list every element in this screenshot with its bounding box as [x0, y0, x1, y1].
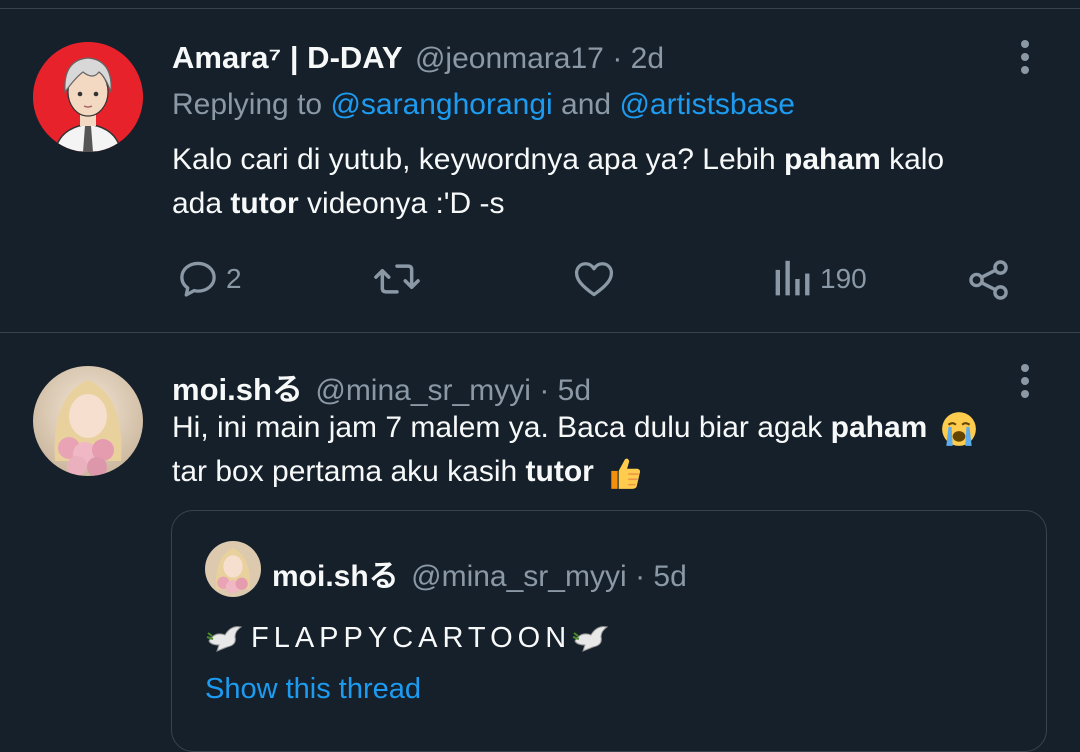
replying-and: and — [552, 88, 620, 121]
reply-button[interactable]: 2 — [176, 257, 242, 301]
quote-text: FLAPPYCARTOON — [205, 621, 611, 655]
top-divider — [0, 8, 1080, 9]
tweet-text-line-1: Kalo cari di yutub, keywordnya apa ya? L… — [172, 138, 944, 182]
more-icon[interactable] — [1021, 40, 1029, 79]
more-icon[interactable] — [1021, 364, 1029, 403]
reply-icon — [180, 261, 216, 297]
bold-text: paham — [784, 143, 881, 176]
bold-text: tutor — [230, 187, 299, 220]
tweet-text-line-1: Hi, ini main jam 7 malem ya. Baca dulu b… — [172, 406, 978, 450]
share-button[interactable] — [966, 257, 1012, 303]
text-segment: videonya :'D -s — [298, 187, 505, 220]
tweet-header: moi.shる @mina_sr_myyi · 5d — [172, 364, 591, 409]
views-button[interactable]: 190 — [772, 257, 867, 301]
bold-text: paham — [830, 411, 928, 444]
display-name[interactable]: moi.shる — [172, 372, 303, 407]
quote-header: moi.shる @mina_sr_myyi · 5d — [272, 551, 687, 595]
quote-text-content: FLAPPYCARTOON — [251, 621, 572, 654]
avatar[interactable] — [33, 42, 143, 152]
tweet-text-line-2: tar box pertama aku kasih tutor — [172, 450, 978, 494]
quote-display-name[interactable]: moi.shる — [272, 560, 399, 593]
avatar-photo-icon — [33, 366, 143, 476]
avatar-photo-icon — [205, 541, 261, 597]
thumbs-up-icon — [611, 458, 641, 489]
dove-icon — [206, 626, 243, 652]
timestamp[interactable]: · 2d — [612, 42, 664, 75]
quote-user-handle[interactable]: @mina_sr_myyi — [411, 560, 627, 593]
text-segment: kalo — [880, 143, 945, 176]
view-count: 190 — [820, 263, 867, 294]
tweet-divider — [0, 332, 1080, 333]
retweet-icon — [374, 264, 420, 294]
user-handle[interactable]: @mina_sr_myyi — [315, 374, 531, 407]
avatar-illustration-icon — [33, 42, 143, 152]
retweet-button[interactable] — [373, 257, 421, 301]
replying-to: Replying to @saranghorangi and @artistsb… — [172, 88, 795, 122]
mention-artistsbase[interactable]: @artistsbase — [619, 88, 795, 121]
like-icon — [574, 262, 614, 297]
text-segment: ada — [172, 187, 231, 220]
bold-text: tutor — [525, 455, 594, 488]
text-segment: tar box pertama aku kasih — [172, 455, 526, 488]
tweet-header: Amara⁷ | D-DAY @jeonmara17 · 2d — [172, 40, 664, 76]
share-icon — [969, 260, 1008, 300]
text-segment: Hi, ini main jam 7 malem ya. Baca dulu b… — [172, 411, 831, 444]
quote-avatar[interactable] — [205, 541, 261, 597]
text-segment: Kalo cari di yutub, keywordnya apa ya? L… — [172, 143, 785, 176]
tweet-text: Kalo cari di yutub, keywordnya apa ya? L… — [172, 138, 944, 226]
mention-saranghorangi[interactable]: @saranghorangi — [330, 88, 552, 121]
display-name[interactable]: Amara⁷ | D-DAY — [172, 40, 403, 75]
like-button[interactable] — [572, 257, 616, 301]
dove-icon — [572, 626, 609, 652]
quote-timestamp[interactable]: · 5d — [635, 560, 687, 593]
loudly-crying-face-icon — [941, 412, 976, 446]
user-handle[interactable]: @jeonmara17 — [415, 42, 604, 75]
avatar[interactable] — [33, 366, 143, 476]
show-thread-link[interactable]: Show this thread — [205, 673, 421, 706]
views-icon — [775, 260, 810, 296]
timestamp[interactable]: · 5d — [539, 374, 591, 407]
reply-count: 2 — [226, 263, 242, 294]
replying-prefix: Replying to — [172, 88, 331, 121]
tweet-text: Hi, ini main jam 7 malem ya. Baca dulu b… — [172, 406, 978, 494]
quoted-tweet[interactable]: moi.shる @mina_sr_myyi · 5d FLAPPYCARTOON… — [171, 510, 1047, 752]
tweet-text-line-2: ada tutor videonya :'D -s — [172, 182, 944, 226]
